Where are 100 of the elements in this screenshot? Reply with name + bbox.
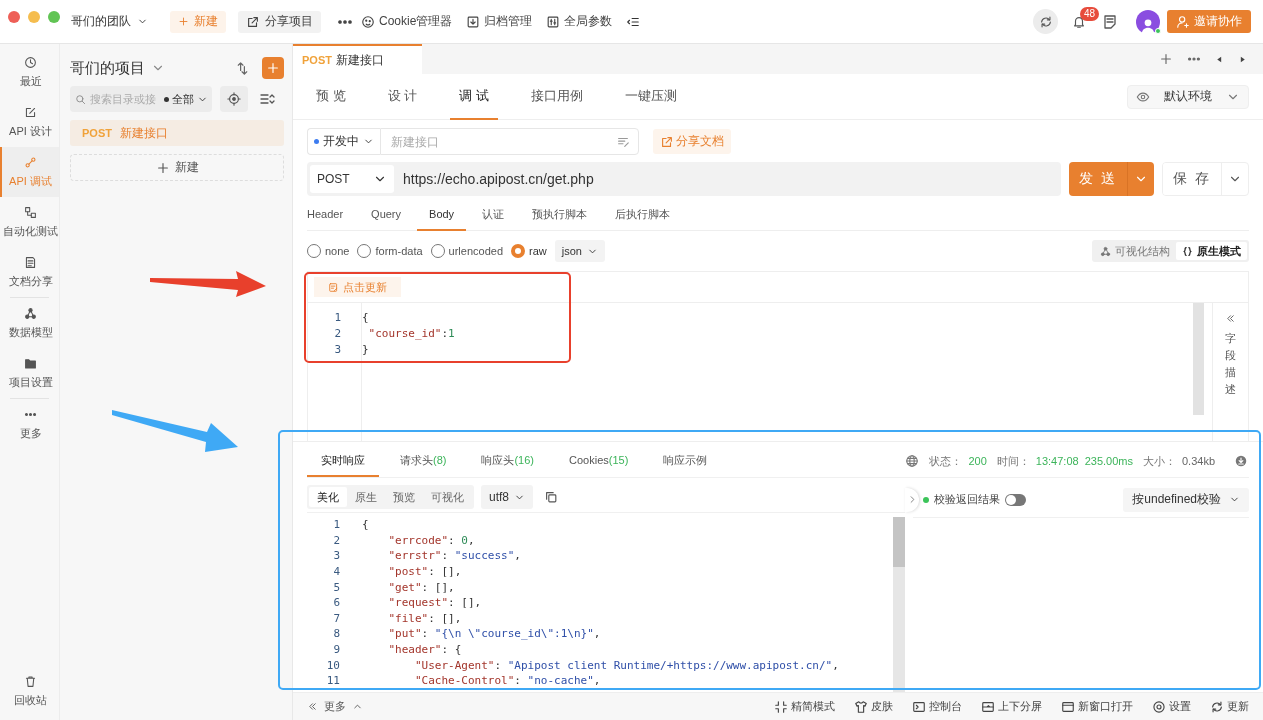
project-switcher[interactable]: 哥们的项目 [70, 58, 165, 78]
view-tab[interactable]: 预 览 [307, 73, 355, 120]
more-button[interactable]: 更多 [307, 699, 363, 714]
console-icon [912, 699, 926, 714]
close-button[interactable] [8, 11, 20, 23]
download-icon[interactable] [1235, 455, 1247, 467]
status-value: 235.00ms [1084, 455, 1133, 467]
view-mode-option[interactable]: 原生 [347, 487, 385, 507]
nav-item[interactable]: API 设计 [0, 97, 59, 147]
status-bar-button[interactable]: 皮肤 [854, 699, 893, 714]
locate-button[interactable] [220, 86, 248, 112]
view-tab[interactable]: 接口用例 [521, 73, 592, 120]
line-number: 7 [332, 611, 340, 625]
url-input[interactable]: https://echo.apipost.cn/get.php [394, 165, 1058, 193]
nav-item[interactable]: 自动化测试 [0, 197, 59, 247]
new-button[interactable]: 新建 [70, 154, 284, 181]
notes-icon[interactable] [1102, 13, 1118, 30]
response-tab[interactable]: Cookies(15) [555, 445, 643, 477]
param-tab[interactable]: Query [359, 199, 414, 231]
name-field[interactable]: 新建接口 [380, 128, 639, 155]
view-mode-option[interactable]: 预览 [385, 487, 423, 507]
validation-label: 校验返回结果 [934, 492, 1000, 507]
status-dropdown[interactable]: 开发中 [307, 128, 380, 155]
sync-button[interactable] [1033, 9, 1058, 34]
nav-item[interactable]: 更多 [0, 399, 59, 449]
param-tab[interactable]: 预执行脚本 [520, 199, 600, 231]
line-number: 9 [332, 643, 340, 657]
nav-item[interactable]: 回收站 [0, 666, 59, 716]
flow-icon [24, 205, 37, 219]
previous-icon[interactable] [1215, 54, 1224, 64]
scrollbar[interactable] [1193, 303, 1204, 415]
radio-option[interactable]: form-data [357, 244, 423, 258]
param-tab[interactable]: 后执行脚本 [603, 199, 683, 231]
status-bar-button[interactable]: 上下分屏 [981, 699, 1042, 714]
nav-item[interactable]: 项目设置 [0, 348, 59, 398]
radio-option[interactable]: none [307, 244, 350, 258]
code-line: "put": "{\n \"course_id\":1\n}", [387, 627, 601, 641]
toolbar-button[interactable]: Cookie管理器 [361, 13, 453, 30]
copy-icon[interactable] [544, 490, 558, 504]
radio-option[interactable]: urlencoded [430, 244, 503, 258]
code-line: "errstr": "success", [387, 549, 521, 563]
import-export-icon[interactable] [235, 60, 250, 76]
line-number: 2 [333, 326, 341, 340]
param-tab[interactable]: Body [417, 199, 467, 231]
view-tab[interactable]: 设 计 [378, 73, 427, 120]
status-bar-button[interactable]: 控制台 [912, 699, 962, 714]
link-icon [24, 155, 37, 169]
status-bar-button[interactable]: 更新 [1210, 699, 1249, 714]
team-switcher[interactable]: 哥们的团队 [71, 13, 148, 30]
name-input[interactable]: 新建接口 [389, 133, 616, 150]
search-input[interactable]: 搜索目录或接 [88, 92, 162, 106]
status-bar-button[interactable]: 精简模式 [774, 699, 835, 714]
status-value: 13:47:08 [1035, 455, 1079, 467]
notification-badge: 48 [1080, 6, 1100, 21]
nodes-icon [24, 306, 37, 320]
status-value: 200 [968, 455, 987, 467]
sort-icon[interactable] [259, 91, 275, 107]
method-dropdown[interactable]: POST [310, 165, 394, 193]
next-icon[interactable] [1238, 54, 1247, 64]
validation-mode-dropdown[interactable]: 按undefined校验 [1123, 487, 1249, 512]
response-tab[interactable]: 响应示例 [649, 445, 722, 477]
search-field[interactable]: 搜索目录或接 全部 [70, 86, 212, 112]
view-mode-option[interactable]: 可视化 [423, 487, 472, 507]
nav-item[interactable]: 文档分享 [0, 247, 59, 297]
status-label: 时间： [996, 453, 1030, 469]
document-edit-icon [328, 281, 339, 293]
mode-option[interactable]: 可视化结构 [1094, 242, 1176, 260]
format-dropdown[interactable]: json [554, 240, 605, 262]
validation-toggle[interactable] [1005, 493, 1026, 506]
shirt-icon [854, 699, 868, 714]
encoding-dropdown[interactable]: utf8 [481, 485, 533, 509]
nav-item[interactable]: 最近 [0, 47, 59, 97]
param-tab[interactable]: Header [307, 199, 356, 231]
environment-selector[interactable]: 默认环境 [1127, 84, 1249, 109]
field-description-tab[interactable]: 字段描述 [1212, 303, 1248, 441]
scrollbar-thumb[interactable] [893, 517, 905, 567]
code-line: "get": [], [387, 580, 455, 594]
mode-option[interactable]: 原生模式 [1176, 242, 1247, 260]
response-tab[interactable]: 响应头(16) [467, 445, 548, 477]
status-bar-button[interactable]: 设置 [1152, 699, 1191, 714]
radio-option[interactable]: raw [511, 244, 547, 258]
code-line: "course_id":1 [367, 326, 455, 340]
param-tab[interactable]: 认证 [470, 199, 517, 231]
filter-dropdown[interactable]: 全部 [164, 91, 208, 107]
user-avatar[interactable] [1136, 9, 1160, 34]
response-tab[interactable]: 实时响应 [307, 445, 379, 477]
share-project-button[interactable]: 分享项目 [238, 10, 321, 33]
folder-icon [24, 356, 37, 370]
view-tab[interactable]: 调 试 [450, 73, 498, 120]
view-mode-option[interactable]: 美化 [309, 487, 347, 507]
notification-icon[interactable] [1072, 14, 1086, 29]
nav-item[interactable]: 数据模型 [0, 298, 59, 348]
url-field[interactable]: POST https://echo.apipost.cn/get.php [307, 162, 1061, 196]
toolbar-button[interactable]: 全局参数 [546, 13, 613, 30]
view-tab[interactable]: 一键压测 [615, 73, 686, 120]
response-tab[interactable]: 请求头(8) [386, 445, 461, 477]
status-bar-button[interactable]: 新窗口打开 [1061, 699, 1133, 714]
toolbar-button[interactable]: 归档管理 [466, 13, 533, 30]
request-tab[interactable]: POST 新建接口 [293, 44, 422, 74]
nodes-icon [1100, 245, 1111, 257]
